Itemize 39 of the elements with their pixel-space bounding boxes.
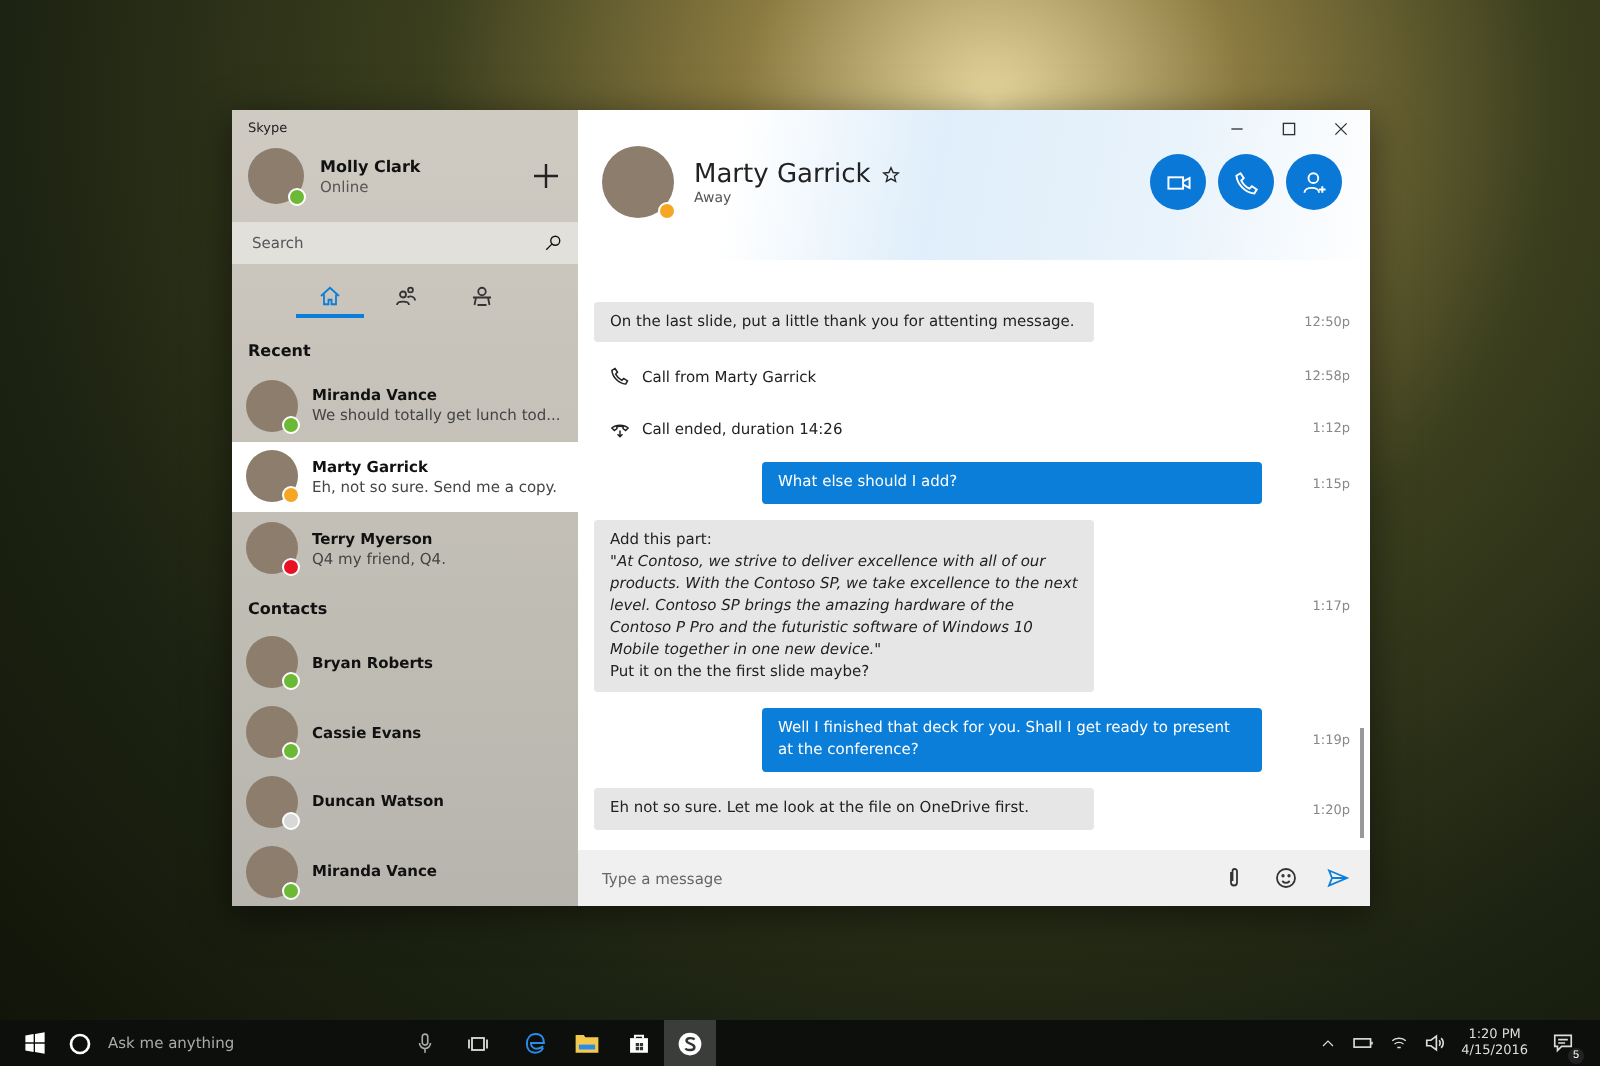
shopping-bag-icon (625, 1030, 651, 1056)
home-icon (317, 284, 341, 309)
phone-icon (1233, 169, 1259, 195)
emoji-button[interactable] (1274, 866, 1298, 890)
video-call-button[interactable] (1150, 154, 1206, 210)
section-heading: Recent (246, 339, 313, 364)
add-person-icon (1301, 169, 1327, 195)
battery-icon (1351, 1032, 1374, 1054)
circle-icon (68, 1031, 92, 1055)
add-button[interactable] (530, 160, 562, 192)
search-icon (544, 233, 562, 252)
skype-logo-icon (676, 1029, 704, 1057)
bot-icon (469, 284, 493, 309)
add-contact-button[interactable] (1286, 154, 1342, 210)
network-icon (1389, 1034, 1408, 1052)
phone-icon (610, 366, 630, 387)
plus-icon (530, 160, 562, 192)
close-icon (1331, 119, 1349, 137)
profile-name: Molly Clark (320, 157, 423, 175)
send-button[interactable] (1326, 866, 1350, 890)
task-view-icon (466, 1031, 490, 1055)
people-icon (393, 284, 417, 309)
star-icon[interactable] (882, 165, 901, 183)
scrollbar[interactable] (1360, 728, 1364, 838)
speaker-icon (1423, 1032, 1446, 1054)
taskbar-app[interactable] (664, 1020, 716, 1066)
maximize-icon (1279, 119, 1297, 137)
folder-icon (573, 1030, 599, 1056)
notification-icon (1551, 1032, 1573, 1054)
smiley-icon (1274, 866, 1298, 890)
send-icon (1326, 866, 1350, 890)
microphone-icon (413, 1032, 435, 1054)
windows-logo-icon (23, 1032, 45, 1054)
edge-icon (521, 1030, 547, 1056)
section-heading: Contacts (246, 598, 330, 622)
hang-up-icon (610, 418, 630, 439)
call-button[interactable] (1218, 154, 1274, 210)
chat-contact-name: Marty Garrick (694, 159, 871, 189)
chevron-up-icon (1319, 1035, 1336, 1051)
